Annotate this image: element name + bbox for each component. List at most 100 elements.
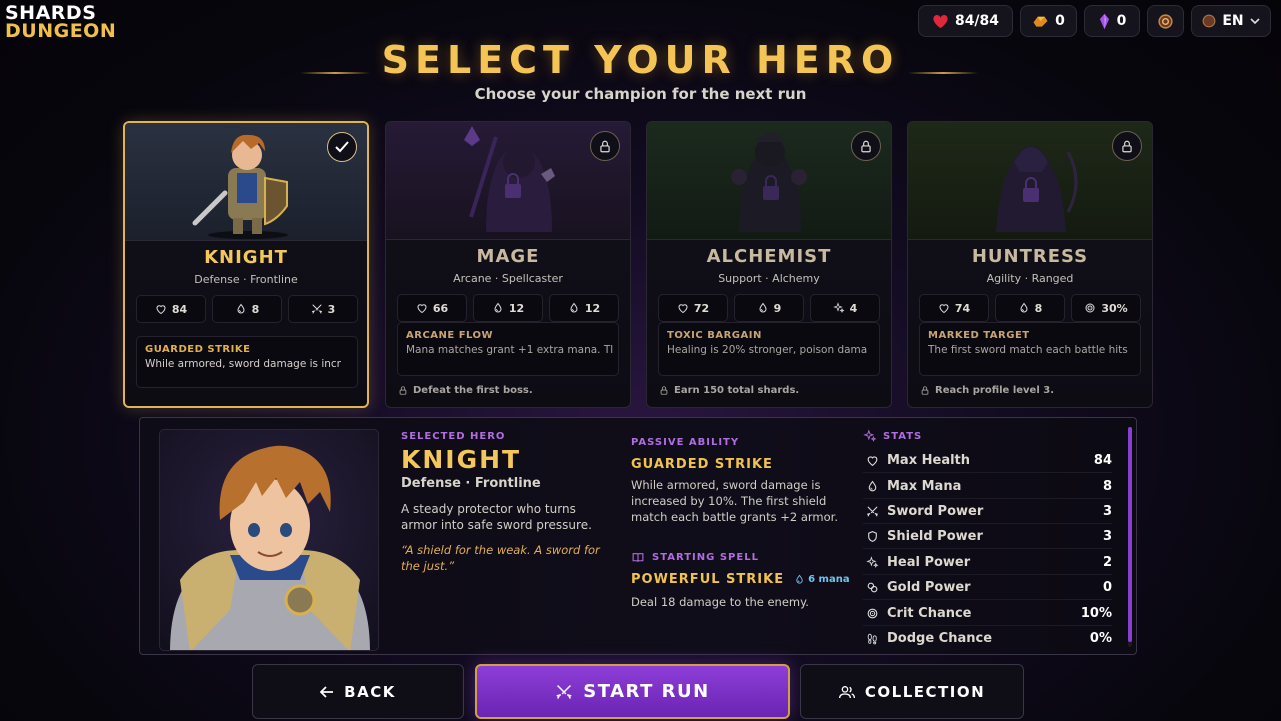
hero-detail-panel: SELECTED HERO KNIGHT Defense · Frontline… [139, 417, 1137, 655]
health-value: 84/84 [954, 13, 1000, 29]
heart-icon [938, 302, 950, 314]
back-button[interactable]: BACK [252, 664, 464, 719]
stats-header: STATS [863, 429, 922, 443]
stat-value: 9 [773, 301, 782, 315]
hero-card-huntress[interactable]: HUNTRESS Agility · Ranged 74 8 30% MARKE… [907, 121, 1153, 408]
page-title: SELECT YOUR HERO [381, 38, 900, 82]
stat-value: 3 [327, 302, 336, 316]
mana-drop-icon [757, 302, 769, 314]
hero-stat: 30% [1071, 294, 1141, 322]
hero-stat: 8 [995, 294, 1065, 322]
hero-role: Agility · Ranged [986, 272, 1074, 285]
ability-name: TOXIC BARGAIN [667, 330, 762, 341]
unlock-text: Defeat the first boss. [413, 385, 533, 396]
health-counter: 84/84 [918, 5, 1013, 37]
lock-icon [598, 139, 612, 154]
heart-icon [155, 303, 167, 315]
lock-icon [859, 139, 873, 154]
selected-hero-name: KNIGHT [401, 445, 522, 474]
crossed-swords-icon [555, 683, 573, 701]
mana-drop-icon [235, 303, 247, 315]
hero-card-alchemist[interactable]: ALCHEMIST Support · Alchemy 72 9 4 TOXIC… [646, 121, 892, 408]
target-icon [866, 607, 879, 620]
hero-ability: GUARDED STRIKE While armored, sword dama… [136, 336, 358, 388]
users-icon [838, 685, 855, 698]
passive-ability-label: PASSIVE ABILITY [631, 437, 740, 448]
gear-icon [1157, 13, 1174, 30]
lock-icon [398, 385, 408, 396]
hero-name: MAGE [476, 246, 540, 267]
stat-row: Max Health 84 [863, 448, 1112, 473]
stat-row: Dodge Chance 0% [863, 626, 1112, 651]
stat-value: 2 [1102, 554, 1112, 570]
passive-ability-name: GUARDED STRIKE [631, 457, 773, 472]
stat-row: Max Mana 8 [863, 474, 1112, 499]
unlock-text: Earn 150 total shards. [674, 385, 800, 396]
spell-description: Deal 18 damage to the enemy. [631, 595, 809, 609]
collection-button[interactable]: COLLECTION [800, 664, 1024, 719]
heart-icon [677, 302, 689, 314]
hero-ability: MARKED TARGET The first sword match each… [919, 322, 1141, 376]
hero-ability: ARCANE FLOW Mana matches grant +1 extra … [397, 322, 619, 376]
hero-stat: 84 [136, 295, 206, 323]
crossed-swords-icon [866, 505, 879, 518]
mana-drop-icon [492, 302, 504, 314]
stat-label: Gold Power [887, 579, 971, 595]
globe-icon [1202, 14, 1216, 28]
book-icon [631, 551, 645, 564]
mana-drop-icon [794, 574, 805, 585]
mana-drop-icon [568, 302, 580, 314]
chevron-down-icon [1250, 17, 1260, 25]
ability-name: ARCANE FLOW [406, 330, 494, 341]
spell-cost: 6 mana [794, 574, 850, 585]
selected-hero-role: Defense · Frontline [401, 476, 541, 491]
stat-value: 12 [508, 301, 525, 315]
selected-hero-label: SELECTED HERO [401, 431, 506, 442]
selected-check-badge [327, 132, 357, 162]
ability-description: The first sword match each battle hits [928, 344, 1128, 356]
stat-row: Gold Power 0 [863, 575, 1112, 600]
stat-value: 30% [1101, 301, 1128, 315]
locked-badge [1112, 131, 1142, 161]
unlock-text: Reach profile level 3. [935, 385, 1054, 396]
settings-button[interactable] [1147, 5, 1184, 37]
stat-value: 10% [1080, 605, 1112, 621]
hero-stat: 8 [212, 295, 282, 323]
stat-row: Heal Power 2 [863, 550, 1112, 575]
stat-value: 0% [1089, 631, 1112, 646]
hero-stat: 4 [810, 294, 880, 322]
stat-row: Sword Power 3 [863, 499, 1112, 524]
sparkle-icon [833, 302, 845, 314]
spell-cost-value: 6 mana [808, 574, 850, 585]
ability-description: While armored, sword damage is incr [145, 358, 342, 370]
stat-label: Heal Power [887, 554, 971, 570]
hero-card-knight[interactable]: KNIGHT Defense · Frontline 84 8 3 GUARDE… [123, 121, 369, 408]
stats-scrollbar[interactable] [1128, 427, 1132, 647]
hero-stat: 12 [549, 294, 619, 322]
stat-value: 3 [1102, 503, 1112, 519]
stat-row: Shield Power 3 [863, 524, 1112, 549]
unlock-requirement: Earn 150 total shards. [659, 385, 799, 396]
stat-value: 66 [432, 301, 449, 315]
heart-icon [932, 13, 949, 29]
stats-label: STATS [883, 430, 923, 442]
language-select[interactable]: EN [1191, 5, 1271, 37]
gold-icon [1032, 14, 1049, 28]
hero-card-mage[interactable]: MAGE Arcane · Spellcaster 66 12 12 ARCAN… [385, 121, 631, 408]
back-label: BACK [344, 682, 396, 701]
stat-value: 84 [1093, 452, 1112, 468]
scrollbar-thumb[interactable] [1128, 427, 1132, 642]
start-run-button[interactable]: START RUN [475, 664, 790, 719]
hero-stat: 74 [919, 294, 989, 322]
shield-icon [866, 530, 879, 543]
gold-counter: 0 [1020, 5, 1077, 37]
lock-icon [659, 385, 669, 396]
ability-name: MARKED TARGET [928, 330, 1030, 341]
hero-role: Arcane · Spellcaster [453, 272, 563, 285]
target-icon [1084, 302, 1096, 314]
sparkle-icon [863, 429, 877, 443]
mana-drop-icon [866, 480, 879, 493]
start-run-label: START RUN [583, 681, 710, 702]
hero-stat: 3 [288, 295, 358, 323]
stat-label: Shield Power [887, 528, 983, 544]
